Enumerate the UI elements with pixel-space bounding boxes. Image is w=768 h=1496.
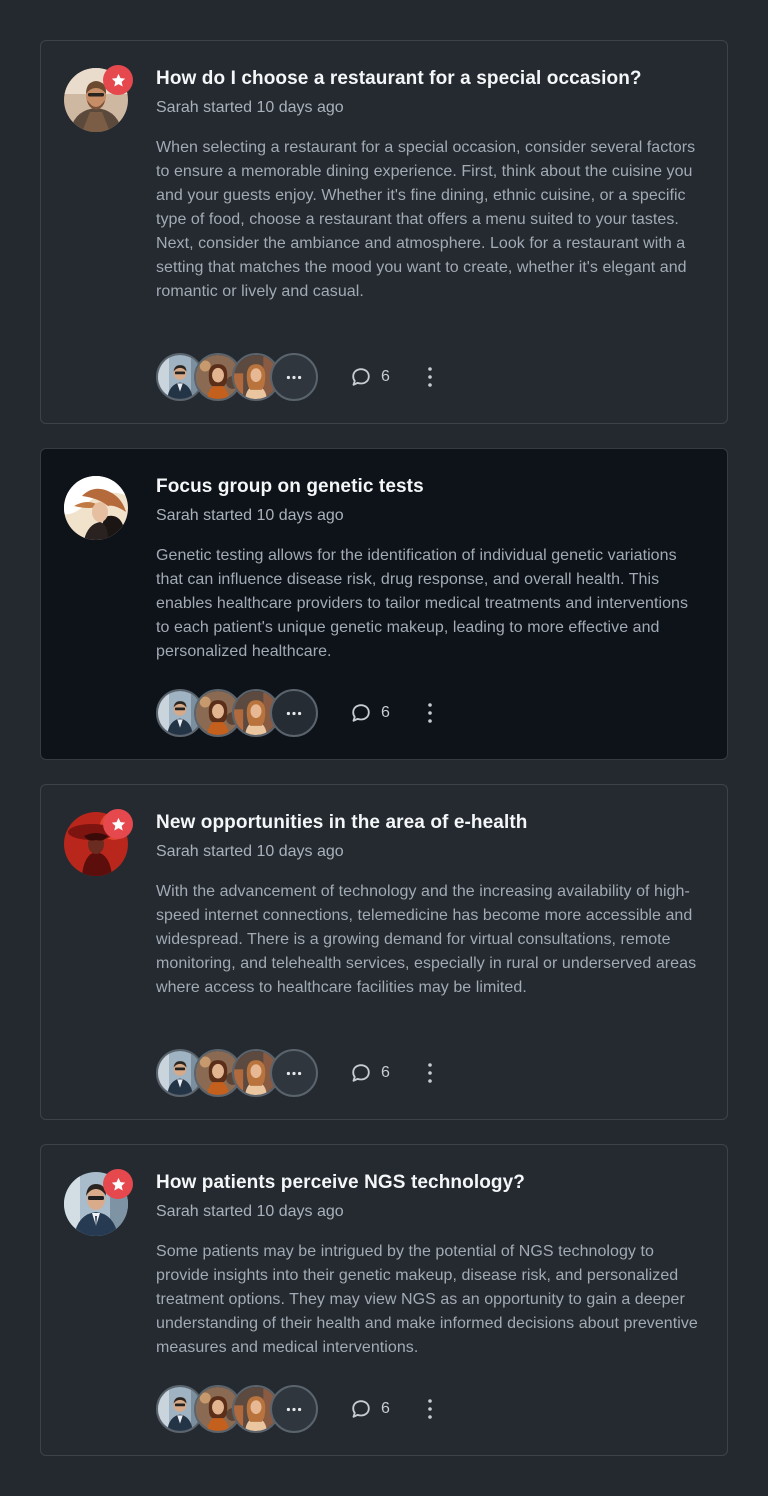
more-participants-button[interactable] bbox=[270, 353, 318, 401]
options-menu-button[interactable] bbox=[420, 363, 440, 391]
comments-button[interactable]: 6 bbox=[350, 1398, 390, 1420]
comments-button[interactable]: 6 bbox=[350, 366, 390, 388]
star-icon bbox=[103, 809, 133, 839]
participant-avatars bbox=[156, 1385, 318, 1433]
kebab-menu-icon bbox=[427, 1398, 433, 1420]
ellipsis-icon bbox=[286, 375, 302, 380]
more-participants-button[interactable] bbox=[270, 1049, 318, 1097]
comments-button[interactable]: 6 bbox=[350, 702, 390, 724]
thread-meta: Sarah started 10 days ago bbox=[156, 99, 344, 116]
thread-footer: 6 bbox=[156, 353, 440, 401]
star-icon bbox=[103, 1169, 133, 1199]
kebab-menu-icon bbox=[427, 1062, 433, 1084]
kebab-menu-icon bbox=[427, 702, 433, 724]
options-menu-button[interactable] bbox=[420, 699, 440, 727]
thread-feed: How do I choose a restaurant for a speci… bbox=[0, 0, 768, 1496]
comment-bubble-icon bbox=[350, 1398, 372, 1420]
options-menu-button[interactable] bbox=[420, 1395, 440, 1423]
comment-count: 6 bbox=[381, 368, 390, 385]
thread-card[interactable]: How do I choose a restaurant for a speci… bbox=[40, 40, 728, 424]
thread-body: Some patients may be intrigued by the po… bbox=[156, 1243, 698, 1356]
comment-bubble-icon bbox=[350, 1062, 372, 1084]
comment-bubble-icon bbox=[350, 366, 372, 388]
thread-footer: 6 bbox=[156, 1385, 440, 1433]
author-avatar[interactable] bbox=[64, 65, 133, 132]
ellipsis-icon bbox=[286, 1407, 302, 1412]
thread-card[interactable]: How patients perceive NGS technology? Sa… bbox=[40, 1144, 728, 1456]
participant-avatars bbox=[156, 353, 318, 401]
author-avatar[interactable] bbox=[64, 1169, 133, 1236]
thread-title[interactable]: New opportunities in the area of e-healt… bbox=[156, 810, 703, 836]
thread-body: Genetic testing allows for the identific… bbox=[156, 547, 689, 660]
ellipsis-icon bbox=[286, 1071, 302, 1076]
thread-title[interactable]: How do I choose a restaurant for a speci… bbox=[156, 66, 703, 92]
author-avatar[interactable] bbox=[64, 476, 128, 540]
comment-count: 6 bbox=[381, 1064, 390, 1081]
thread-title[interactable]: Focus group on genetic tests bbox=[156, 474, 703, 500]
more-participants-button[interactable] bbox=[270, 689, 318, 737]
thread-card[interactable]: New opportunities in the area of e-healt… bbox=[40, 784, 728, 1120]
avatar-image bbox=[64, 476, 128, 540]
thread-footer: 6 bbox=[156, 1049, 440, 1097]
ellipsis-icon bbox=[286, 711, 302, 716]
comment-count: 6 bbox=[381, 1400, 390, 1417]
author-avatar[interactable] bbox=[64, 809, 133, 876]
thread-meta: Sarah started 10 days ago bbox=[156, 507, 344, 524]
options-menu-button[interactable] bbox=[420, 1059, 440, 1087]
thread-body: With the advancement of technology and t… bbox=[156, 883, 697, 996]
thread-body: When selecting a restaurant for a specia… bbox=[156, 139, 696, 300]
thread-meta: Sarah started 10 days ago bbox=[156, 843, 344, 860]
more-participants-button[interactable] bbox=[270, 1385, 318, 1433]
thread-meta: Sarah started 10 days ago bbox=[156, 1203, 344, 1220]
comment-bubble-icon bbox=[350, 702, 372, 724]
thread-card[interactable]: Focus group on genetic tests Sarah start… bbox=[40, 448, 728, 760]
thread-title[interactable]: How patients perceive NGS technology? bbox=[156, 1170, 703, 1196]
comment-count: 6 bbox=[381, 704, 390, 721]
participant-avatars bbox=[156, 689, 318, 737]
comments-button[interactable]: 6 bbox=[350, 1062, 390, 1084]
participant-avatars bbox=[156, 1049, 318, 1097]
star-icon bbox=[103, 65, 133, 95]
kebab-menu-icon bbox=[427, 366, 433, 388]
thread-footer: 6 bbox=[156, 689, 440, 737]
